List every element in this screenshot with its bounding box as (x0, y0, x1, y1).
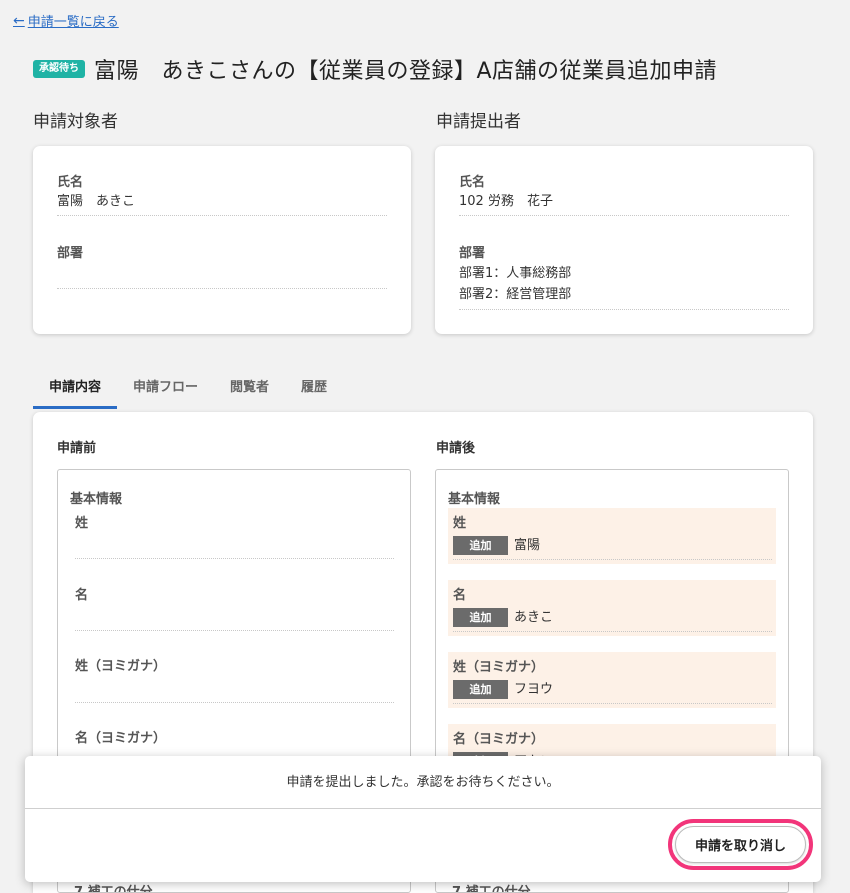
target-name-value: 富陽 あきこ (57, 194, 136, 209)
after-title: 申請後 (436, 441, 476, 456)
tab-request-content[interactable]: 申請内容 (33, 370, 118, 409)
field-label: 姓（ヨミガナ） (453, 660, 545, 675)
cancel-request-button[interactable]: 申請を取り消し (675, 826, 806, 863)
field-label: 名（ヨミガナ） (453, 732, 545, 747)
status-badge: 承認待ち (33, 60, 85, 78)
after-field-first-name: 名 追加 あきこ (448, 580, 776, 636)
before-field-last-name: 姓 (70, 512, 398, 562)
field-value: フヨウ (514, 682, 554, 697)
field-label: 名（ヨミガナ） (75, 731, 167, 746)
target-dept-label: 部署 (57, 246, 84, 261)
target-heading: 申請対象者 (33, 112, 118, 132)
before-field-first-name: 名 (70, 584, 398, 634)
page-title: 富陽 あきこさんの【従業員の登録】A店舗の従業員追加申請 (94, 59, 718, 84)
before-cut-label: 7 補工の仕分 (74, 885, 153, 893)
divider (75, 558, 394, 559)
submitter-dept-value-2: 部署2：経営管理部 (459, 287, 572, 302)
submitter-name-label: 氏名 (459, 175, 486, 190)
tab-viewers[interactable]: 閲覧者 (214, 370, 285, 409)
arrow-left-icon: ← (13, 12, 25, 29)
submitter-heading: 申請提出者 (436, 112, 521, 132)
before-group-title: 基本情報 (70, 492, 123, 507)
divider (57, 288, 387, 289)
divider (459, 215, 789, 216)
field-value: あきこ (514, 610, 554, 625)
tab-bar: 申請内容 申請フロー 閲覧者 履歴 (33, 370, 343, 409)
divider (459, 309, 789, 310)
after-group-title: 基本情報 (448, 492, 501, 507)
field-value: 富陽 (514, 538, 541, 553)
after-cut-label: 7 補工の仕分 (452, 885, 531, 893)
submitter-card: 氏名 102 労務 花子 部署 部署1：人事総務部 部署2：経営管理部 (435, 146, 813, 334)
before-title: 申請前 (57, 441, 97, 456)
back-to-list-link[interactable]: ← 申請一覧に戻る (13, 11, 119, 31)
back-link-label: 申請一覧に戻る (27, 15, 119, 30)
after-field-last-name: 姓 追加 富陽 (448, 508, 776, 564)
submitter-dept-label: 部署 (459, 246, 486, 261)
submitted-toast: 申請を提出しました。承認をお待ちください。 申請を取り消し (25, 756, 821, 882)
before-field-last-name-kana: 姓（ヨミガナ） (70, 655, 398, 705)
divider (453, 631, 772, 632)
target-card: 氏名 富陽 あきこ 部署 (33, 146, 411, 334)
divider (453, 703, 772, 704)
submitter-dept-value-1: 部署1：人事総務部 (459, 266, 572, 281)
added-tag: 追加 (453, 608, 508, 627)
after-field-last-name-kana: 姓（ヨミガナ） 追加 フヨウ (448, 652, 776, 708)
cancel-highlight-ring: 申請を取り消し (668, 819, 813, 870)
page-header: 承認待ち 富陽 あきこさんの【従業員の登録】A店舗の従業員追加申請 (33, 53, 717, 85)
field-label: 名 (453, 588, 467, 603)
submitter-name-value: 102 労務 花子 (459, 194, 553, 209)
added-tag: 追加 (453, 680, 508, 699)
divider (75, 630, 394, 631)
target-name-label: 氏名 (57, 175, 84, 190)
tab-history[interactable]: 履歴 (285, 370, 343, 409)
field-label: 名 (75, 588, 89, 603)
field-label: 姓（ヨミガナ） (75, 659, 167, 674)
toast-message: 申請を提出しました。承認をお待ちください。 (25, 756, 821, 809)
field-label: 姓 (453, 516, 467, 531)
divider (75, 702, 394, 703)
divider (453, 559, 772, 560)
divider (57, 215, 387, 216)
added-tag: 追加 (453, 536, 508, 555)
tab-request-flow[interactable]: 申請フロー (117, 370, 214, 409)
field-label: 姓 (75, 516, 89, 531)
